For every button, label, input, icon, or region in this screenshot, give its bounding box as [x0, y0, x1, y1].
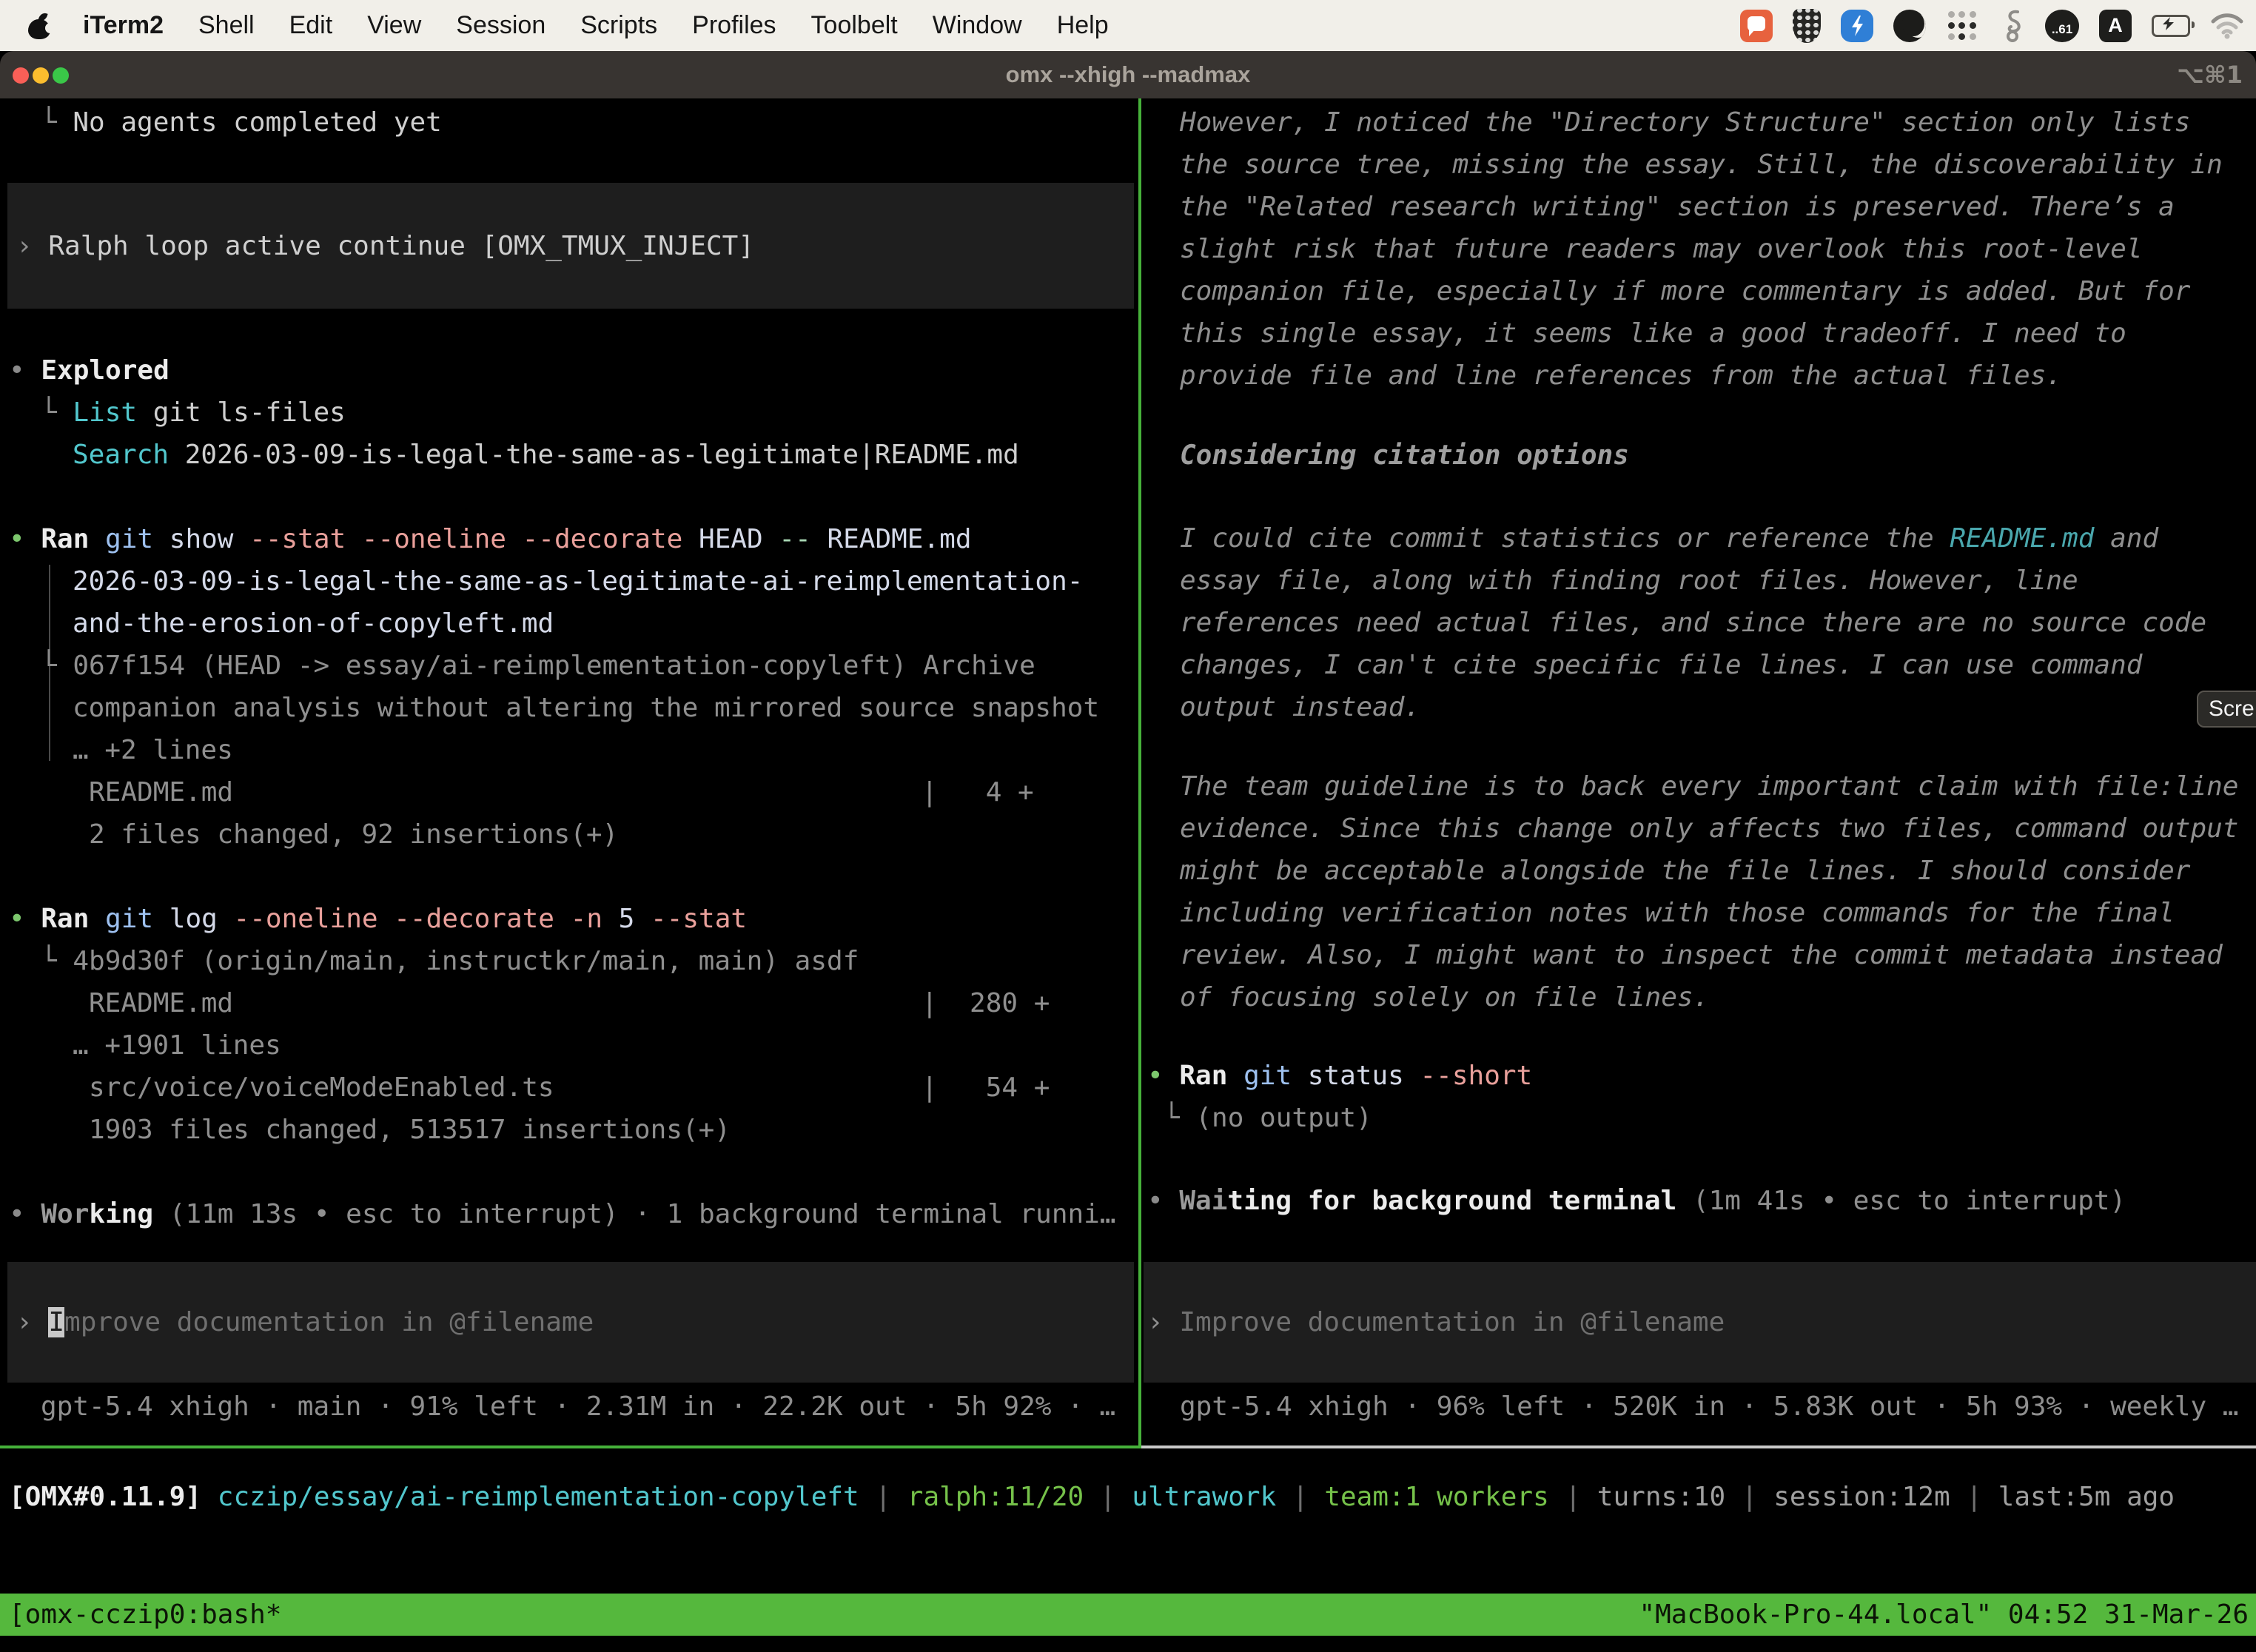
- left-model-status-line: gpt-5.4 xhigh · main · 91% left · 2.31M …: [41, 1386, 1115, 1428]
- thought-p2-line: output instead.: [1180, 686, 1420, 728]
- commit-line-show-wrap: companion analysis without altering the …: [73, 687, 1099, 729]
- stat-file-3: src/voice/voiceModeEnabled.ts: [89, 1067, 554, 1109]
- tooltip-text: Scre: [2209, 696, 2255, 722]
- working-status-line: • Working (11m 13s • esc to interrupt) ·…: [9, 1193, 1116, 1235]
- more-lines-2: … +1901 lines: [73, 1024, 281, 1067]
- thought-p1-line: the "Related research writing" section i…: [1180, 186, 2175, 228]
- stat-value-2: | 280 +: [921, 982, 1050, 1024]
- battery-icon[interactable]: [2152, 15, 2190, 37]
- menu-items: iTerm2 Shell Edit View Session Scripts P…: [83, 11, 1109, 40]
- ran-git-log-command: • Ran git log --oneline --decorate -n 5 …: [9, 898, 747, 940]
- explored-search-line: Search 2026-03-09-is-legal-the-same-as-l…: [73, 434, 1019, 476]
- stat-file-1: README.md: [89, 771, 233, 813]
- filename-wrap-line-2: and-the-erosion-of-copyleft.md: [73, 602, 554, 645]
- pane-divider[interactable]: [1138, 98, 1141, 1447]
- macos-menu-bar: iTerm2 Shell Edit View Session Scripts P…: [0, 0, 2256, 51]
- thought-p2-line: essay file, along with finding root file…: [1180, 560, 2078, 602]
- commit-line-log: └ 4b9d30f (origin/main, instructkr/main,…: [41, 940, 859, 982]
- menu-window[interactable]: Window: [933, 11, 1022, 40]
- wifi-icon[interactable]: [2210, 13, 2244, 39]
- stat-value-3: | 54 +: [921, 1067, 1050, 1109]
- thought-p2-line: changes, I can't cite specific file line…: [1180, 644, 2142, 686]
- pane-bottom-border-inactive: [1141, 1446, 2256, 1448]
- tmux-host-clock: "MacBook-Pro-44.local" 04:52 31-Mar-26: [1639, 1594, 2249, 1636]
- ran-git-show-command: • Ran git show --stat --oneline --decora…: [9, 518, 972, 560]
- more-lines-1: … +2 lines: [73, 729, 233, 771]
- menu-profiles[interactable]: Profiles: [692, 11, 776, 40]
- no-output-line: └ (no output): [1164, 1097, 1372, 1139]
- dots-grid-icon[interactable]: [1946, 10, 1978, 42]
- waiting-status-line: • Waiting for background terminal (1m 41…: [1147, 1180, 2126, 1222]
- letter-a-icon[interactable]: A: [2099, 10, 2132, 42]
- menu-help[interactable]: Help: [1057, 11, 1109, 40]
- thought-p1-line: this single essay, it seems like a good …: [1180, 312, 2126, 355]
- menu-scripts[interactable]: Scripts: [580, 11, 657, 40]
- blue-badge-icon[interactable]: [1841, 10, 1873, 42]
- crescent-icon[interactable]: [1893, 10, 1926, 42]
- menu-app-name[interactable]: iTerm2: [83, 11, 164, 40]
- explored-list-line: └ List git ls-files: [41, 392, 346, 434]
- chat-icon[interactable]: [1740, 10, 1773, 42]
- right-prompt-input[interactable]: › Improve documentation in @filename: [1144, 1262, 2256, 1383]
- right-prompt-text: › Improve documentation in @filename: [1147, 1301, 1725, 1343]
- left-prompt-input[interactable]: › Improve documentation in @filename: [7, 1262, 1134, 1383]
- shield-grid-icon[interactable]: [1793, 9, 1821, 43]
- pane-bottom-border-active: [0, 1446, 1141, 1448]
- commit-line-show: └ 067f154 (HEAD -> essay/ai-reimplementa…: [41, 645, 1035, 687]
- window-shortcut-badge: ⌥⌘1: [2177, 51, 2243, 98]
- screen: iTerm2 Shell Edit View Session Scripts P…: [0, 0, 2256, 1652]
- omx-status-line: [OMX#0.11.9] cczip/essay/ai-reimplementa…: [9, 1476, 2175, 1518]
- menu-view[interactable]: View: [367, 11, 421, 40]
- menu-edit[interactable]: Edit: [289, 11, 333, 40]
- apple-menu-icon[interactable]: [28, 13, 50, 39]
- stat-file-2: README.md: [89, 982, 233, 1024]
- stat-value-1: | 4 +: [921, 771, 1034, 813]
- menu-session[interactable]: Session: [456, 11, 545, 40]
- squiggle-icon[interactable]: [1998, 8, 2025, 44]
- ran-git-status-command: • Ran git status --short: [1147, 1055, 1532, 1097]
- thought-p1-line: the source tree, missing the essay. Stil…: [1180, 144, 2223, 186]
- right-model-status-line: gpt-5.4 xhigh · 96% left · 520K in · 5.8…: [1180, 1386, 2238, 1428]
- thought-p3-line: The team guideline is to back every impo…: [1180, 765, 2238, 807]
- thought-p3-line: of focusing solely on file lines.: [1180, 976, 1709, 1018]
- window-title: omx --xhigh --madmax: [0, 51, 2256, 98]
- badge-61-icon[interactable]: ..61: [2045, 10, 2079, 42]
- screen-overlay-tooltip: Scre: [2197, 691, 2256, 728]
- thought-p1-line: provide file and line references from th…: [1180, 355, 2062, 397]
- menu-status-icons: ..61 A: [1740, 8, 2244, 44]
- terminal: └ No agents completed yet › Ralph loop a…: [0, 98, 2256, 1652]
- tmux-status-bar: [omx-cczip0:bash* "MacBook-Pro-44.local"…: [0, 1594, 2256, 1636]
- line-no-agents: └ No agents completed yet: [41, 101, 442, 144]
- thought-heading: Considering citation options: [1180, 434, 1629, 477]
- thought-p2-line: references need actual files, and since …: [1180, 602, 2206, 644]
- menu-toolbelt[interactable]: Toolbelt: [811, 11, 898, 40]
- left-prompt-text: › Improve documentation in @filename: [16, 1301, 594, 1343]
- inject-banner-text: › Ralph loop active continue [OMX_TMUX_I…: [16, 225, 754, 267]
- diff-summary-1: 2 files changed, 92 insertions(+): [89, 813, 618, 856]
- thought-p3-line: including verification notes with those …: [1180, 892, 2175, 934]
- filename-wrap-line-1: 2026-03-09-is-legal-the-same-as-legitima…: [73, 560, 1083, 602]
- thought-p3-line: review. Also, I might want to inspect th…: [1180, 934, 2223, 976]
- thought-p1-line: companion file, especially if more comme…: [1180, 270, 2190, 312]
- menu-shell[interactable]: Shell: [198, 11, 255, 40]
- thought-p3-line: evidence. Since this change only affects…: [1180, 807, 2238, 850]
- inject-banner[interactable]: › Ralph loop active continue [OMX_TMUX_I…: [7, 183, 1134, 309]
- thought-p3-line: might be acceptable alongside the file l…: [1180, 850, 2190, 892]
- diff-summary-2: 1903 files changed, 513517 insertions(+): [89, 1109, 731, 1151]
- thought-p1-line: However, I noticed the "Directory Struct…: [1180, 101, 2190, 144]
- thought-p2-line: I could cite commit statistics or refere…: [1180, 517, 2158, 560]
- explored-header: • Explored: [9, 349, 169, 392]
- tmux-session-window[interactable]: [omx-cczip0:bash*: [9, 1594, 281, 1636]
- thought-p1-line: slight risk that future readers may over…: [1180, 228, 2142, 270]
